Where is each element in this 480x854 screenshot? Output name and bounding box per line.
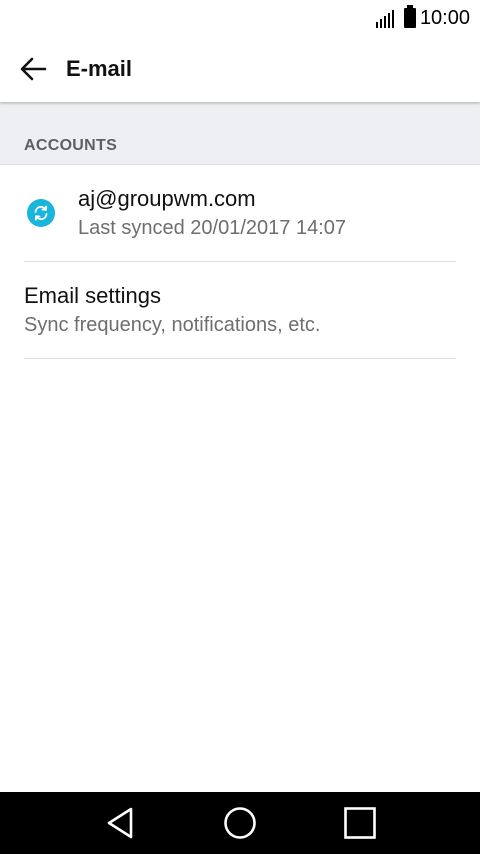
battery-icon xyxy=(403,5,416,28)
account-item-text: aj@groupwm.com Last synced 20/01/2017 14… xyxy=(78,184,346,242)
page-title: E-mail xyxy=(66,56,133,81)
nav-home-icon xyxy=(224,807,256,839)
screen: 10:00 E-mail ACCOUNTS aj@groupwm.com Las… xyxy=(0,0,480,854)
email-settings-subtitle: Sync frequency, notifications, etc. xyxy=(24,314,321,336)
account-email: aj@groupwm.com xyxy=(78,186,256,211)
email-settings-text: Email settings Sync frequency, notificat… xyxy=(24,281,320,339)
signal-icon xyxy=(375,8,394,28)
accounts-section-header: ACCOUNTS xyxy=(0,102,480,165)
email-settings-title: Email settings xyxy=(24,283,161,308)
navigation-bar xyxy=(0,792,480,854)
nav-back-button[interactable] xyxy=(90,792,150,854)
account-last-synced: Last synced 20/01/2017 14:07 xyxy=(78,217,346,239)
accounts-header-label: ACCOUNTS xyxy=(24,137,118,154)
status-time: 10:00 xyxy=(419,6,470,29)
email-settings-item[interactable]: Email settings Sync frequency, notificat… xyxy=(24,262,456,359)
status-bar: 10:00 xyxy=(0,0,480,36)
nav-home-button[interactable] xyxy=(210,792,270,854)
arrow-left-icon xyxy=(20,57,47,81)
nav-recents-icon xyxy=(344,807,376,839)
nav-back-icon xyxy=(107,807,133,839)
back-button[interactable] xyxy=(0,36,66,102)
app-bar: E-mail xyxy=(0,36,480,102)
sync-icon xyxy=(27,199,55,227)
account-item[interactable]: aj@groupwm.com Last synced 20/01/2017 14… xyxy=(24,165,456,262)
settings-list: aj@groupwm.com Last synced 20/01/2017 14… xyxy=(0,165,480,359)
nav-recents-button[interactable] xyxy=(330,792,390,854)
